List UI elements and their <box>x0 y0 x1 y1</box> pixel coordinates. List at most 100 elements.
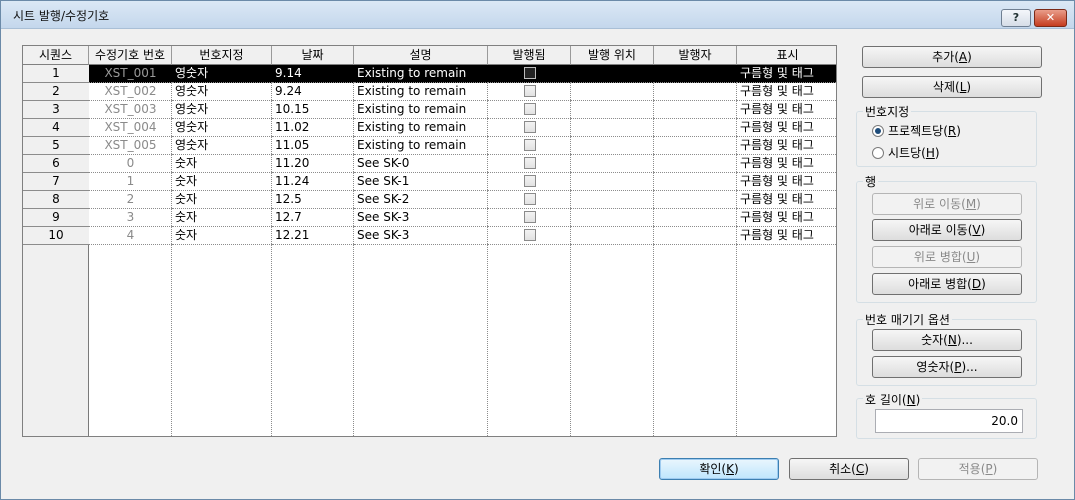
issued-checkbox[interactable] <box>523 174 536 187</box>
cell-show[interactable]: 구름형 및 태그 <box>737 173 836 191</box>
cell-sequence[interactable]: 8 <box>23 191 89 209</box>
cell-sequence[interactable]: 2 <box>23 83 89 101</box>
merge-down-button[interactable]: 아래로 병합(D) <box>872 273 1022 295</box>
cell-description[interactable]: See SK-0 <box>354 155 488 173</box>
table-row[interactable]: 9 3 숫자 12.7 See SK-3 구름형 및 태그 <box>23 209 836 227</box>
cell-issued-by[interactable] <box>654 65 737 83</box>
cell-sequence[interactable]: 9 <box>23 209 89 227</box>
cell-description[interactable]: See SK-2 <box>354 191 488 209</box>
cell-numbering[interactable]: 영숫자 <box>172 83 272 101</box>
cell-numbering[interactable]: 영숫자 <box>172 101 272 119</box>
cell-date[interactable]: 11.05 <box>272 137 354 155</box>
cell-description[interactable]: Existing to remain <box>354 119 488 137</box>
cell-show[interactable]: 구름형 및 태그 <box>737 227 836 245</box>
cell-issued-to[interactable] <box>571 191 654 209</box>
cell-revision-number[interactable]: XST_001 <box>89 65 172 83</box>
cell-issued-by[interactable] <box>654 101 737 119</box>
move-up-button[interactable]: 위로 이동(M) <box>872 193 1022 215</box>
cell-issued-by[interactable] <box>654 227 737 245</box>
cancel-button[interactable]: 취소(C) <box>789 458 909 480</box>
cell-issued-by[interactable] <box>654 191 737 209</box>
table-row[interactable]: 10 4 숫자 12.21 See SK-3 구름형 및 태그 <box>23 227 836 245</box>
merge-up-button[interactable]: 위로 병합(U) <box>872 246 1022 268</box>
issued-checkbox[interactable] <box>523 228 536 241</box>
cell-show[interactable]: 구름형 및 태그 <box>737 137 836 155</box>
per-sheet-radio[interactable]: 시트당(H) <box>872 144 940 161</box>
cell-show[interactable]: 구름형 및 태그 <box>737 101 836 119</box>
move-down-button[interactable]: 아래로 이동(V) <box>872 219 1022 241</box>
cell-issued-by[interactable] <box>654 209 737 227</box>
cell-description[interactable]: See SK-3 <box>354 209 488 227</box>
cell-sequence[interactable]: 3 <box>23 101 89 119</box>
header-sequence[interactable]: 시퀀스 <box>23 46 89 65</box>
cell-revision-number[interactable]: XST_002 <box>89 83 172 101</box>
cell-description[interactable]: Existing to remain <box>354 83 488 101</box>
cell-issued-to[interactable] <box>571 137 654 155</box>
cell-revision-number[interactable]: 1 <box>89 173 172 191</box>
cell-sequence[interactable]: 10 <box>23 227 89 245</box>
cell-show[interactable]: 구름형 및 태그 <box>737 65 836 83</box>
cell-numbering[interactable]: 영숫자 <box>172 65 272 83</box>
cell-show[interactable]: 구름형 및 태그 <box>737 191 836 209</box>
issued-checkbox[interactable] <box>523 120 536 133</box>
cell-date[interactable]: 12.21 <box>272 227 354 245</box>
table-row[interactable]: 5 XST_005 영숫자 11.05 Existing to remain 구름형 및 … <box>23 137 836 155</box>
cell-show[interactable]: 구름형 및 태그 <box>737 119 836 137</box>
table-row[interactable]: 3 XST_003 영숫자 10.15 Existing to remain 구름형 및 … <box>23 101 836 119</box>
cell-description[interactable]: Existing to remain <box>354 101 488 119</box>
cell-issued-by[interactable] <box>654 83 737 101</box>
table-row[interactable]: 7 1 숫자 11.24 See SK-1 구름형 및 태그 <box>23 173 836 191</box>
cell-revision-number[interactable]: 3 <box>89 209 172 227</box>
table-row[interactable]: 6 0 숫자 11.20 See SK-0 구름형 및 태그 <box>23 155 836 173</box>
cell-revision-number[interactable]: XST_004 <box>89 119 172 137</box>
cell-description[interactable]: See SK-3 <box>354 227 488 245</box>
cell-issued-by[interactable] <box>654 137 737 155</box>
alphanumeric-options-button[interactable]: 영숫자(P)... <box>872 356 1022 378</box>
issued-checkbox[interactable] <box>523 156 536 169</box>
cell-date[interactable]: 12.5 <box>272 191 354 209</box>
cell-issued-by[interactable] <box>654 173 737 191</box>
table-row[interactable]: 2 XST_002 영숫자 9.24 Existing to remain 구름형 및 태… <box>23 83 836 101</box>
header-issued-by[interactable]: 발행자 <box>654 46 737 65</box>
cell-sequence[interactable]: 7 <box>23 173 89 191</box>
header-issued-to[interactable]: 발행 위치 <box>571 46 654 65</box>
cell-date[interactable]: 11.24 <box>272 173 354 191</box>
cell-numbering[interactable]: 숫자 <box>172 227 272 245</box>
cell-numbering[interactable]: 숫자 <box>172 155 272 173</box>
cell-show[interactable]: 구름형 및 태그 <box>737 83 836 101</box>
issued-checkbox[interactable] <box>523 84 536 97</box>
header-revision-number[interactable]: 수정기호 번호 <box>89 46 172 65</box>
cell-date[interactable]: 9.24 <box>272 83 354 101</box>
cell-sequence[interactable]: 5 <box>23 137 89 155</box>
cell-issued-by[interactable] <box>654 119 737 137</box>
cell-numbering[interactable]: 영숫자 <box>172 119 272 137</box>
cell-numbering[interactable]: 숫자 <box>172 191 272 209</box>
cell-date[interactable]: 12.7 <box>272 209 354 227</box>
cell-sequence[interactable]: 4 <box>23 119 89 137</box>
cell-date[interactable]: 11.02 <box>272 119 354 137</box>
apply-button[interactable]: 적용(P) <box>918 458 1038 480</box>
cell-revision-number[interactable]: XST_005 <box>89 137 172 155</box>
cell-date[interactable]: 9.14 <box>272 65 354 83</box>
table-row[interactable]: 8 2 숫자 12.5 See SK-2 구름형 및 태그 <box>23 191 836 209</box>
add-button[interactable]: 추가(A) <box>862 46 1042 68</box>
cell-issued-to[interactable] <box>571 65 654 83</box>
cell-revision-number[interactable]: XST_003 <box>89 101 172 119</box>
cell-issued-to[interactable] <box>571 173 654 191</box>
cell-issued-to[interactable] <box>571 155 654 173</box>
cell-issued-to[interactable] <box>571 101 654 119</box>
header-issued[interactable]: 발행됨 <box>488 46 571 65</box>
cell-numbering[interactable]: 영숫자 <box>172 137 272 155</box>
cell-issued-to[interactable] <box>571 209 654 227</box>
cell-description[interactable]: Existing to remain <box>354 65 488 83</box>
cell-revision-number[interactable]: 2 <box>89 191 172 209</box>
issued-checkbox[interactable] <box>523 210 536 223</box>
cell-revision-number[interactable]: 4 <box>89 227 172 245</box>
cell-revision-number[interactable]: 0 <box>89 155 172 173</box>
issued-checkbox[interactable] <box>523 138 536 151</box>
cell-date[interactable]: 11.20 <box>272 155 354 173</box>
help-button[interactable]: ? <box>1001 9 1031 27</box>
cell-description[interactable]: See SK-1 <box>354 173 488 191</box>
close-button[interactable]: ✕ <box>1034 9 1067 27</box>
cell-numbering[interactable]: 숫자 <box>172 209 272 227</box>
